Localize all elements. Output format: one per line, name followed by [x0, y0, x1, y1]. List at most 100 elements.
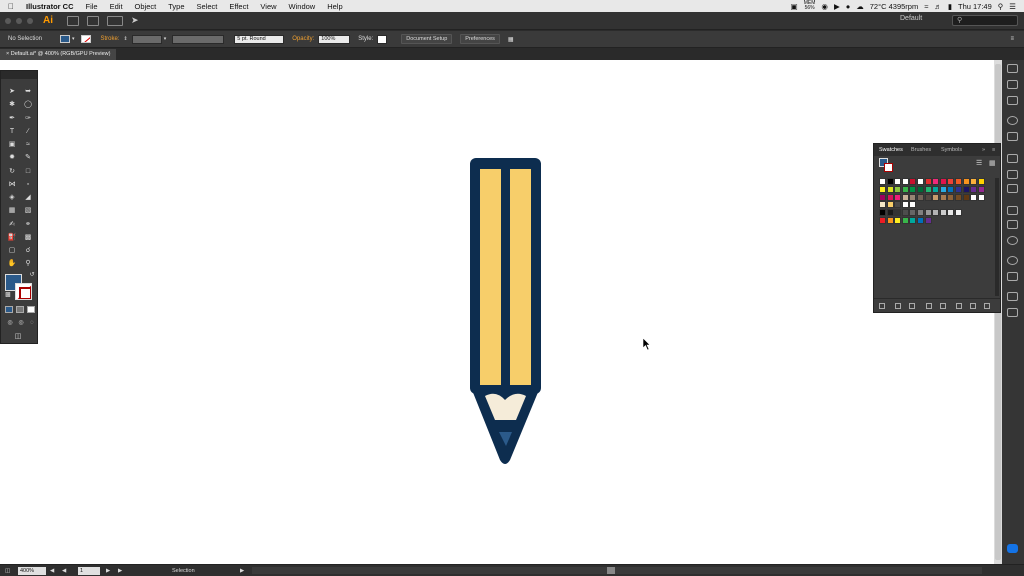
swatch-0-12[interactable]: [970, 178, 978, 185]
brush-definition-field[interactable]: 5 pt. Round: [234, 34, 285, 44]
slice-tool-icon[interactable]: ☌: [23, 246, 33, 255]
swatch-1-12[interactable]: [970, 185, 978, 193]
clock[interactable]: Thu 17:49: [958, 2, 992, 11]
gpu-performance-icon[interactable]: ➤: [131, 15, 139, 26]
opacity-label[interactable]: Opacity:: [292, 36, 314, 42]
symbol-sprayer-tool-icon[interactable]: ⛽: [7, 233, 17, 242]
swatch-2-9[interactable]: [947, 193, 955, 201]
swatch-2-6[interactable]: [924, 193, 932, 201]
new-swatch-icon[interactable]: [970, 303, 976, 309]
battery-icon[interactable]: ▮: [948, 2, 952, 11]
swatch-4-10[interactable]: [955, 209, 962, 217]
dock-appearance-icon[interactable]: [1007, 116, 1018, 125]
tab-symbols[interactable]: Symbols: [941, 147, 962, 153]
swatch-2-0[interactable]: [879, 193, 886, 201]
menu-help[interactable]: Help: [321, 2, 348, 11]
fill-dropdown-icon[interactable]: ▾: [72, 36, 75, 42]
artboard-number-field[interactable]: 1: [78, 567, 100, 575]
opacity-field[interactable]: 100%: [318, 34, 351, 44]
gradient-tool-icon[interactable]: ▧: [23, 206, 33, 215]
column-graph-tool-icon[interactable]: ▩: [23, 233, 33, 242]
swatch-2-3[interactable]: [901, 193, 909, 201]
swatch-1-2[interactable]: [894, 185, 902, 193]
swatch-0-0[interactable]: [879, 178, 886, 185]
swatch-3-1[interactable]: [886, 201, 894, 209]
swatch-2-1[interactable]: [886, 193, 894, 201]
list-view-icon[interactable]: ☰: [976, 159, 982, 167]
swatch-0-8[interactable]: [939, 178, 947, 185]
temperature-readout[interactable]: 72°C 4395rpm: [870, 2, 918, 11]
default-fill-stroke-icon[interactable]: ▩: [3, 291, 13, 300]
swatch-4-7[interactable]: [932, 209, 940, 217]
draw-inside-icon[interactable]: ◌: [27, 319, 37, 328]
swatch-5-0[interactable]: [879, 217, 886, 224]
rectangle-tool-icon[interactable]: ▣: [7, 140, 17, 149]
previous-artboard-icon[interactable]: ◀: [62, 566, 66, 576]
rotate-tool-icon[interactable]: ↻: [7, 167, 17, 176]
horizontal-scroll-thumb[interactable]: [607, 567, 615, 574]
last-artboard-icon[interactable]: ▶: [118, 566, 122, 576]
dock-symbols-icon[interactable]: [1007, 170, 1018, 179]
swap-fill-stroke-icon[interactable]: ↺: [27, 271, 37, 280]
line-segment-tool-icon[interactable]: ∕: [23, 127, 33, 136]
panel-stroke-swatch[interactable]: [884, 163, 893, 172]
swatch-5-2[interactable]: [894, 217, 902, 224]
swatch-0-4[interactable]: [909, 178, 917, 185]
swatch-2-4[interactable]: [909, 193, 917, 201]
pen-tool-icon[interactable]: ✒: [7, 114, 17, 123]
zoom-window-button[interactable]: [27, 17, 33, 24]
stroke-swatch[interactable]: [15, 283, 32, 300]
swatch-5-6[interactable]: [924, 217, 932, 224]
dock-align-icon[interactable]: [1007, 256, 1018, 265]
shape-builder-tool-icon[interactable]: ◈: [7, 193, 17, 202]
blend-tool-icon[interactable]: ⚭: [23, 220, 33, 229]
status-app-icon[interactable]: ▣: [791, 2, 798, 11]
dock-transparency-icon[interactable]: [1007, 236, 1018, 245]
screen-mode-icon[interactable]: ◫: [13, 332, 23, 341]
swatch-2-8[interactable]: [939, 193, 947, 201]
dock-gradient-icon[interactable]: [1007, 220, 1018, 229]
shaper-tool-icon[interactable]: ✹: [7, 153, 17, 162]
arrange-icon[interactable]: ▦: [508, 36, 514, 43]
swatch-0-9[interactable]: [947, 178, 955, 185]
document-setup-button[interactable]: Document Setup: [401, 34, 453, 44]
paintbrush-tool-icon[interactable]: ≈: [23, 140, 33, 149]
new-color-group-icon[interactable]: [940, 303, 946, 309]
swatch-5-3[interactable]: [901, 217, 909, 224]
swatch-1-10[interactable]: [955, 185, 962, 193]
swatch-2-13[interactable]: [977, 193, 985, 201]
swatch-4-1[interactable]: [886, 209, 894, 217]
dock-color-icon[interactable]: [1007, 64, 1018, 73]
swatch-1-13[interactable]: [977, 185, 985, 193]
swatch-5-5[interactable]: [917, 217, 924, 224]
cloud-icon[interactable]: ☁: [856, 2, 864, 11]
status-menu-icon[interactable]: ▶: [240, 566, 244, 576]
swatch-0-3[interactable]: [901, 178, 909, 185]
play-icon[interactable]: ▶: [834, 2, 840, 11]
lasso-tool-icon[interactable]: ◯: [23, 100, 33, 109]
new-folder-icon[interactable]: [956, 303, 962, 309]
tab-swatches[interactable]: Swatches: [879, 147, 903, 153]
swatch-1-8[interactable]: [939, 185, 947, 193]
swatch-4-6[interactable]: [924, 209, 932, 217]
horizontal-scrollbar[interactable]: [252, 567, 982, 574]
swatch-1-11[interactable]: [962, 185, 970, 193]
swatch-1-9[interactable]: [947, 185, 955, 193]
swatch-2-7[interactable]: [932, 193, 940, 201]
tab-brushes[interactable]: Brushes: [911, 147, 931, 153]
menu-file[interactable]: File: [80, 2, 104, 11]
eye-icon[interactable]: ◉: [821, 2, 828, 11]
minimize-window-button[interactable]: [16, 17, 22, 24]
pencil-artwork[interactable]: [0, 60, 994, 564]
curvature-tool-icon[interactable]: ✑: [23, 114, 33, 123]
stock-button[interactable]: [87, 15, 99, 26]
menu-type[interactable]: Type: [162, 2, 190, 11]
next-artboard-icon[interactable]: ▶: [106, 566, 110, 576]
zoom-field[interactable]: 400%: [18, 567, 46, 575]
swatch-2-10[interactable]: [955, 193, 962, 201]
dock-libraries-icon[interactable]: [1007, 154, 1018, 163]
stroke-label[interactable]: Stroke:: [101, 36, 120, 42]
delete-swatch-icon[interactable]: [984, 303, 990, 309]
swatch-0-6[interactable]: [924, 178, 932, 185]
swatch-4-9[interactable]: [947, 209, 955, 217]
